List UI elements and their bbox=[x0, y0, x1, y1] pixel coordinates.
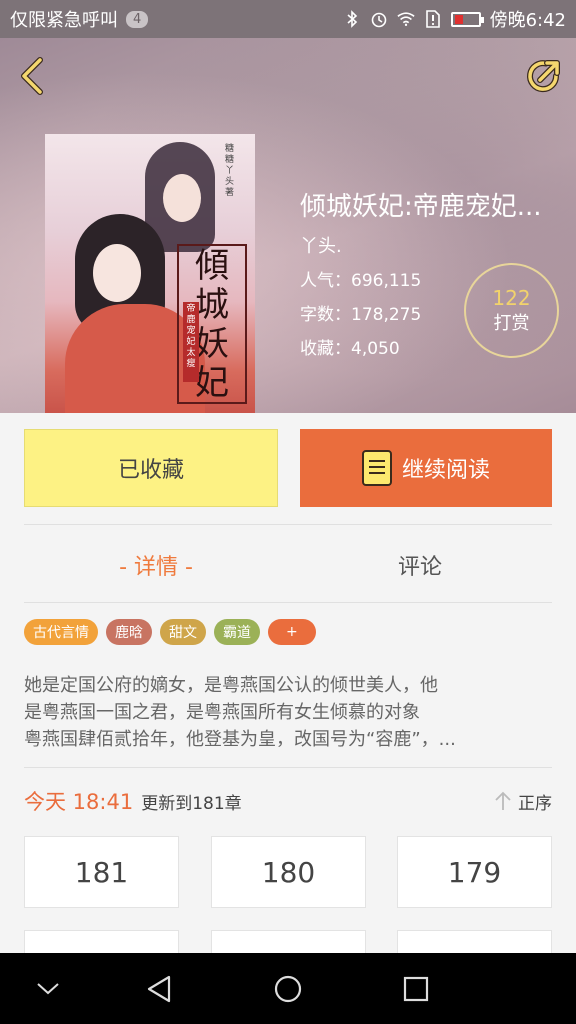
nav-hide-button[interactable] bbox=[13, 953, 83, 1024]
status-bar: 仅限紧急呼叫 4 傍晚6:42 bbox=[0, 0, 576, 38]
intro-line: 她是定国公府的嫡女，是粤燕国公认的倾世美人，他 bbox=[24, 675, 438, 696]
bluetooth-icon bbox=[343, 10, 361, 28]
book-cover-image[interactable]: 糖糖丫头 著 傾 城 妖 妃 帝鹿宠妃太瘦 bbox=[45, 134, 255, 413]
divider bbox=[24, 524, 552, 525]
divider bbox=[24, 767, 552, 768]
tip-button[interactable]: 122 打赏 bbox=[464, 263, 559, 358]
book-header: 糖糖丫头 著 傾 城 妖 妃 帝鹿宠妃太瘦 倾城妖妃:帝鹿宠妃... 丫头. 人… bbox=[0, 38, 576, 413]
system-nav-bar bbox=[0, 953, 576, 1024]
square-recent-icon bbox=[403, 976, 429, 1001]
back-button[interactable] bbox=[14, 54, 54, 98]
cover-title-char: 城 bbox=[195, 284, 229, 325]
tag-item[interactable]: 甜文 bbox=[160, 619, 206, 645]
clock-time: 傍晚6:42 bbox=[489, 10, 566, 31]
cover-figure-face bbox=[163, 174, 201, 222]
tag-list: 古代言情 鹿晗 甜文 霸道 + bbox=[24, 619, 316, 645]
intro-line: 粤燕国肆佰贰拾年，他登基为皇，改国号为“容鹿”，... bbox=[24, 729, 456, 750]
chapter-button[interactable]: 179 bbox=[397, 836, 552, 908]
intro-line: 是粤燕国一国之君，是粤燕国所有女生倾慕的对象 bbox=[24, 702, 420, 723]
popularity-stat: 人气：696,115 bbox=[300, 271, 422, 291]
tab-comment[interactable]: 评论 bbox=[288, 540, 552, 590]
update-time: 今天 18:41 bbox=[24, 790, 134, 814]
cover-author-text: 糖糖丫头 著 bbox=[225, 144, 244, 198]
tag-item[interactable]: 霸道 bbox=[214, 619, 260, 645]
cover-figure-face bbox=[93, 244, 141, 302]
chevron-left-icon bbox=[21, 57, 43, 95]
chevron-down-icon bbox=[37, 982, 59, 994]
sim-alert-icon bbox=[424, 10, 442, 28]
book-title: 倾城妖妃:帝鹿宠妃... bbox=[300, 192, 542, 222]
book-author[interactable]: 丫头. bbox=[300, 232, 342, 258]
sort-button[interactable]: 正序 bbox=[494, 789, 552, 814]
sort-label: 正序 bbox=[518, 793, 552, 814]
alarm-icon bbox=[370, 10, 388, 28]
share-button[interactable] bbox=[522, 54, 566, 98]
collected-button[interactable]: 已收藏 bbox=[24, 429, 278, 507]
chapter-button[interactable]: 180 bbox=[211, 836, 366, 908]
share-icon bbox=[527, 60, 560, 93]
add-tag-button[interactable]: + bbox=[268, 619, 316, 645]
carrier-text: 仅限紧急呼叫 bbox=[10, 10, 118, 31]
battery-icon bbox=[450, 11, 484, 27]
chapter-button[interactable]: 181 bbox=[24, 836, 179, 908]
nav-home-button[interactable] bbox=[253, 953, 323, 1024]
tab-detail[interactable]: - 详情 - bbox=[24, 540, 288, 590]
word-count-stat: 字数：178,275 bbox=[300, 305, 422, 325]
tag-item[interactable]: 鹿晗 bbox=[106, 619, 152, 645]
cover-title-char: 妃 bbox=[195, 362, 229, 403]
cover-seal-text: 帝鹿宠妃太瘦 bbox=[183, 302, 199, 382]
nav-back-button[interactable] bbox=[124, 953, 194, 1024]
book-icon bbox=[361, 450, 392, 486]
wifi-icon bbox=[396, 10, 415, 28]
book-intro[interactable]: 她是定国公府的嫡女，是粤燕国公认的倾世美人，他 是粤燕国一国之君，是粤燕国所有女… bbox=[24, 672, 552, 753]
continue-reading-label: 继续阅读 bbox=[401, 458, 490, 483]
update-text: 更新到181章 bbox=[141, 793, 242, 814]
divider bbox=[24, 602, 552, 603]
favorites-stat: 收藏：4,050 bbox=[300, 339, 400, 359]
update-row: 今天 18:41 更新到181章 正序 bbox=[24, 785, 552, 817]
cover-title-char: 傾 bbox=[195, 245, 229, 286]
continue-reading-button[interactable]: 继续阅读 bbox=[300, 429, 552, 507]
arrow-up-icon bbox=[495, 791, 511, 810]
tip-label: 打赏 bbox=[493, 312, 530, 334]
nav-recent-button[interactable] bbox=[381, 953, 451, 1024]
tag-item[interactable]: 古代言情 bbox=[24, 619, 98, 645]
circle-home-icon bbox=[274, 975, 302, 1002]
notification-badge: 4 bbox=[126, 10, 149, 28]
triangle-back-icon bbox=[147, 975, 171, 1002]
cover-title-char: 妖 bbox=[195, 323, 229, 364]
tip-count: 122 bbox=[492, 285, 531, 310]
